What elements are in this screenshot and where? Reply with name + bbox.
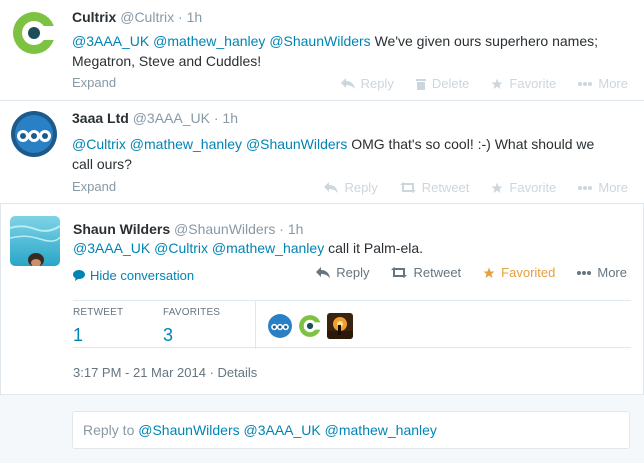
favoriter-avatar-cultrix[interactable] — [297, 313, 323, 339]
tweet-text: @Cultrix @mathew_hanley @ShaunWilders OM… — [72, 136, 595, 172]
favorite-button[interactable]: Favorite — [491, 180, 556, 195]
tweet-shaun-wilders-expanded[interactable]: Shaun Wilders @ShaunWilders · 1h @3AAA_U… — [0, 204, 644, 395]
more-dots-icon — [578, 81, 593, 86]
reply-button[interactable]: Reply — [316, 265, 369, 280]
favoriter-avatar-sunset[interactable] — [327, 313, 353, 339]
tweet-3aaa[interactable]: 3aaa Ltd @3AAA_UK · 1h @Cultrix @mathew_… — [0, 101, 644, 204]
tweet-timestamp[interactable]: 3:17 PM - 21 Mar 2014 — [73, 365, 206, 380]
more-button[interactable]: More — [577, 265, 627, 280]
tweet-cultrix[interactable]: Cultrix @Cultrix · 1h @3AAA_UK @mathew_h… — [0, 0, 644, 101]
hide-conversation-link[interactable]: Hide conversation — [73, 268, 194, 283]
more-dots-icon — [577, 270, 592, 275]
retweet-button[interactable]: Retweet — [391, 265, 461, 280]
author-name[interactable]: Shaun Wilders — [73, 221, 170, 237]
mention[interactable]: @mathew_hanley — [130, 136, 242, 152]
retweet-icon — [391, 267, 408, 278]
details-link[interactable]: Details — [218, 365, 258, 380]
reply-icon — [340, 78, 355, 89]
retweet-icon — [399, 182, 416, 193]
favorites-stat-label: FAVORITES — [163, 307, 221, 318]
author-handle[interactable]: @Cultrix — [120, 9, 174, 25]
avatar-shaun-wilders[interactable] — [10, 216, 60, 266]
favoriter-avatar-3aaa[interactable] — [267, 313, 293, 339]
mention[interactable]: @ShaunWilders — [246, 136, 347, 152]
author-handle[interactable]: @3AAA_UK — [133, 110, 210, 126]
reply-button[interactable]: Reply — [340, 76, 394, 91]
reply-box: Reply to @ShaunWilders @3AAA_UK @mathew_… — [0, 395, 644, 463]
retweet-button[interactable]: Retweet — [399, 180, 469, 195]
tweet-time[interactable]: 1h — [222, 110, 238, 126]
star-icon — [491, 78, 503, 89]
reply-button[interactable]: Reply — [324, 180, 378, 195]
star-icon — [483, 267, 495, 278]
tweet-meta: 3:17 PM - 21 Mar 2014 · Details — [73, 365, 258, 380]
expand-link[interactable]: Expand — [72, 179, 116, 194]
mention[interactable]: @mathew_hanley — [153, 33, 265, 49]
favorites-count[interactable]: 3 — [163, 325, 220, 346]
tweet-time[interactable]: 1h — [288, 221, 304, 237]
stat-divider — [255, 301, 256, 349]
mention[interactable]: @3AAA_UK — [72, 33, 149, 49]
author-name[interactable]: Cultrix — [72, 9, 116, 25]
reply-icon — [316, 267, 331, 278]
avatar-cultrix[interactable] — [9, 8, 59, 58]
mention[interactable]: @3AAA_UK — [73, 240, 150, 256]
expand-link[interactable]: Expand — [72, 75, 116, 90]
mention[interactable]: @mathew_hanley — [212, 240, 324, 256]
tweet-stats: RETWEET 1 FAVORITES 3 — [73, 300, 631, 349]
more-dots-icon — [578, 185, 593, 190]
star-icon — [491, 182, 503, 193]
delete-button[interactable]: Delete — [415, 76, 469, 91]
mention[interactable]: @ShaunWilders — [269, 33, 370, 49]
retweet-stat[interactable]: RETWEET 1 — [73, 307, 123, 346]
more-button[interactable]: More — [578, 180, 628, 195]
favorited-button[interactable]: Favorited — [483, 265, 555, 280]
tweet-time[interactable]: 1h — [187, 9, 203, 25]
favoriter-avatars — [267, 313, 353, 339]
retweet-count[interactable]: 1 — [73, 325, 123, 346]
trash-icon — [415, 78, 426, 90]
retweet-stat-label: RETWEET — [73, 307, 124, 318]
reply-input[interactable]: Reply to @ShaunWilders @3AAA_UK @mathew_… — [72, 411, 630, 449]
author-name[interactable]: 3aaa Ltd — [72, 110, 129, 126]
mention[interactable]: @Cultrix — [72, 136, 126, 152]
tweet-text: @3AAA_UK @mathew_hanley @ShaunWilders We… — [72, 33, 598, 69]
author-handle[interactable]: @ShaunWilders — [174, 221, 275, 237]
reply-icon — [324, 182, 339, 193]
tweet-text: @3AAA_UK @Cultrix @mathew_hanley call it… — [73, 240, 424, 256]
more-button[interactable]: More — [578, 76, 628, 91]
mention[interactable]: @Cultrix — [154, 240, 208, 256]
favorites-stat[interactable]: FAVORITES 3 — [163, 307, 220, 346]
reply-mentions: @ShaunWilders @3AAA_UK @mathew_hanley — [138, 422, 437, 438]
speech-bubble-icon — [73, 270, 85, 281]
avatar-3aaa[interactable] — [9, 109, 59, 159]
reply-prefix: Reply to — [83, 422, 139, 438]
favorite-button[interactable]: Favorite — [491, 76, 556, 91]
